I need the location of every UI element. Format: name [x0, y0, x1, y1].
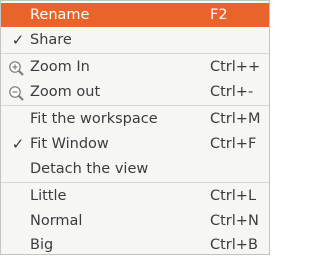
- check-icon: ✓: [11, 135, 25, 153]
- check-icon: ✓: [11, 31, 25, 49]
- menu-item-zoom-out[interactable]: Zoom out Ctrl+-: [1, 80, 269, 104]
- menu-item-label: Little: [30, 188, 67, 204]
- menu-item-shortcut: F2: [210, 7, 228, 23]
- menu-item-label: Big: [30, 237, 54, 253]
- menu-separator: [1, 105, 269, 106]
- menu-item-shortcut: Ctrl+L: [210, 188, 257, 204]
- menu-item-little[interactable]: Little Ctrl+L: [1, 184, 269, 208]
- menu-item-shortcut: Ctrl+M: [210, 111, 261, 127]
- zoom-out-icon: [8, 85, 24, 101]
- menu-item-normal[interactable]: Normal Ctrl+N: [1, 209, 269, 233]
- menu-item-shortcut: Ctrl+F: [210, 136, 257, 152]
- menu-item-fit-window[interactable]: ✓ Fit Window Ctrl+F: [1, 132, 269, 156]
- menu-item-label: Zoom out: [30, 84, 101, 100]
- menu-item-label: Normal: [30, 213, 83, 229]
- context-menu: Rename F2 ✓ Share Zoom In Ctrl++ Zoom ou: [0, 0, 270, 255]
- menu-item-label: Zoom In: [30, 59, 90, 75]
- menu-item-shortcut: Ctrl+B: [210, 237, 258, 253]
- menu-item-zoom-in[interactable]: Zoom In Ctrl++: [1, 55, 269, 79]
- menu-item-label: Share: [30, 32, 72, 48]
- menu-item-label: Detach the view: [30, 161, 149, 177]
- menu-item-detach-view[interactable]: Detach the view: [1, 157, 269, 181]
- menu-item-rename[interactable]: Rename F2: [1, 3, 269, 27]
- menu-item-big[interactable]: Big Ctrl+B: [1, 233, 269, 257]
- menu-separator: [1, 53, 269, 54]
- menu-item-label: Rename: [30, 7, 90, 23]
- zoom-in-icon: [8, 60, 24, 76]
- menu-item-share[interactable]: ✓ Share: [1, 28, 269, 52]
- menu-item-label: Fit Window: [30, 136, 109, 152]
- menu-item-shortcut: Ctrl+-: [210, 84, 254, 100]
- menu-separator: [1, 182, 269, 183]
- menu-item-shortcut: Ctrl+N: [210, 213, 259, 229]
- menu-item-fit-workspace[interactable]: Fit the workspace Ctrl+M: [1, 107, 269, 131]
- menu-item-label: Fit the workspace: [30, 111, 158, 127]
- menu-item-shortcut: Ctrl++: [210, 59, 261, 75]
